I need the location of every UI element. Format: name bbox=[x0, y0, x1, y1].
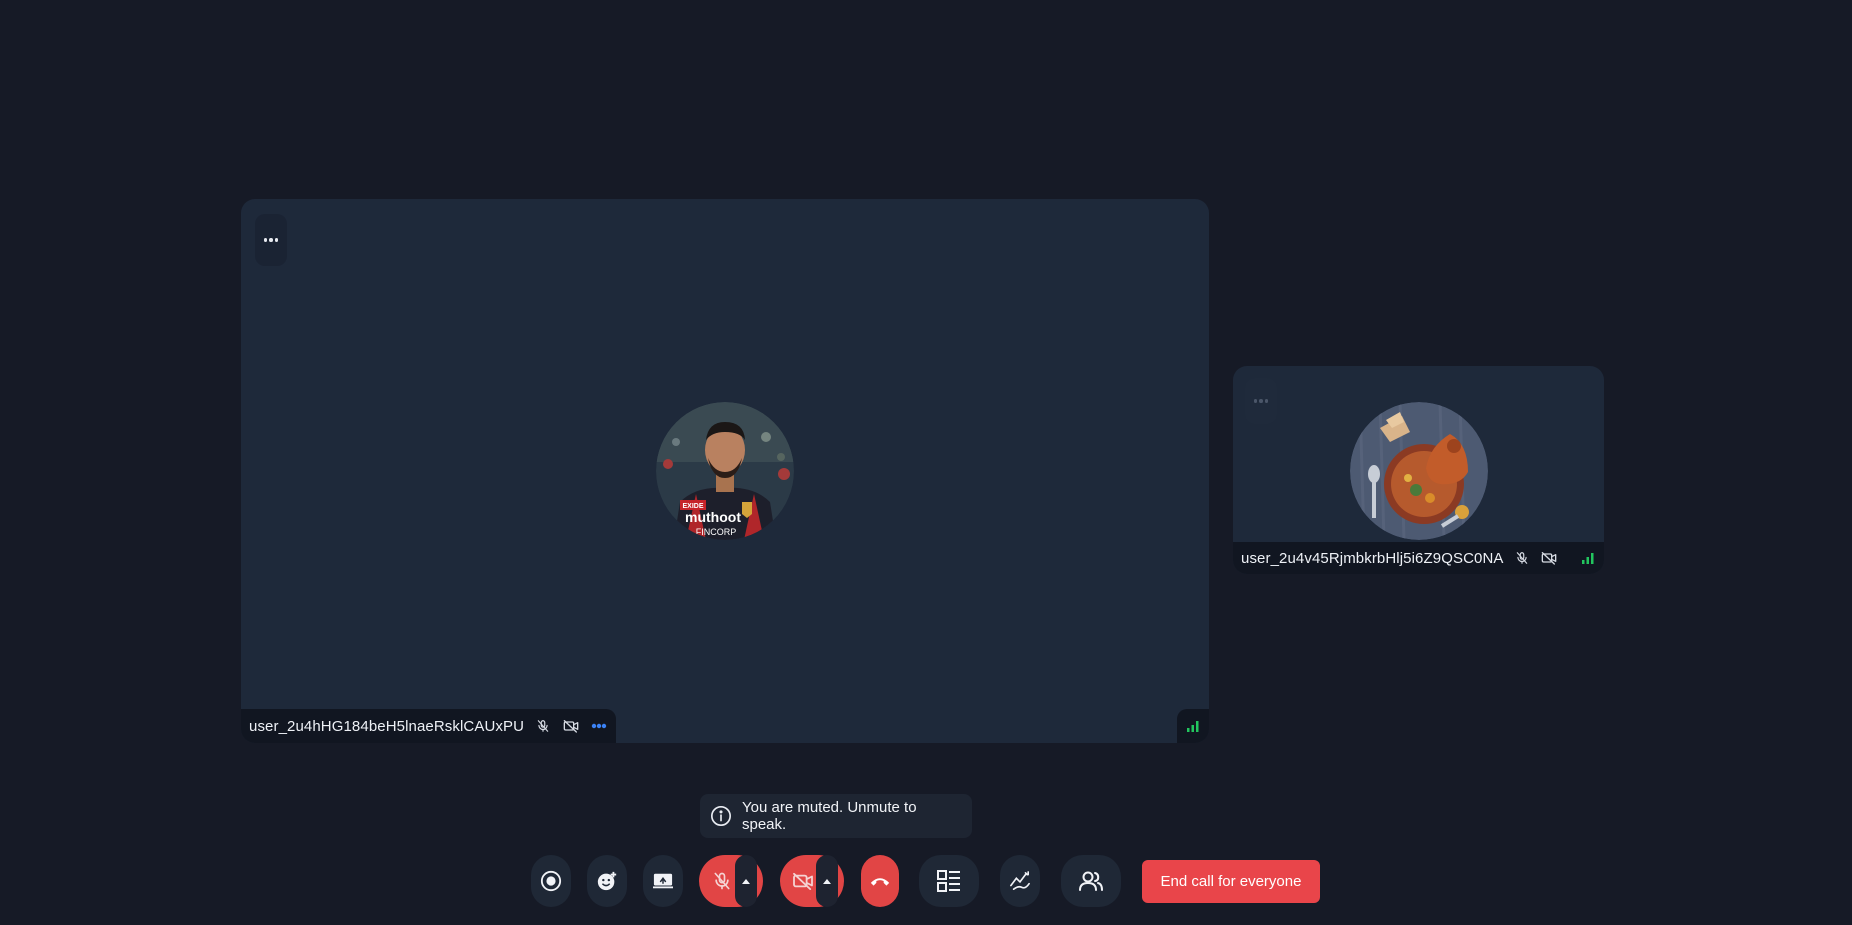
camera-options-chevron-icon[interactable] bbox=[816, 855, 838, 907]
network-signal-icon bbox=[1579, 549, 1596, 567]
info-icon bbox=[710, 805, 732, 827]
camera-off-icon bbox=[1540, 549, 1557, 567]
speaking-indicator-icon bbox=[590, 717, 608, 735]
mic-off-icon bbox=[1513, 549, 1530, 567]
screen-share-icon bbox=[652, 871, 674, 891]
reactions-button[interactable] bbox=[587, 855, 627, 907]
record-icon bbox=[540, 870, 562, 892]
layout-icon bbox=[937, 870, 961, 892]
more-dots-icon bbox=[1253, 399, 1269, 403]
participant-name: user_2u4hHG184beH5lnaeRsklCAUxPU bbox=[249, 717, 525, 735]
camera-off-icon bbox=[562, 717, 580, 735]
camera-toggle-button[interactable] bbox=[780, 855, 844, 907]
layout-button[interactable] bbox=[919, 855, 979, 907]
participant-avatar: EXIDE muthoot FINCORP bbox=[656, 402, 794, 540]
mic-options-chevron-icon[interactable] bbox=[735, 855, 757, 907]
portrait-avatar-image: EXIDE muthoot FINCORP bbox=[656, 402, 794, 540]
end-call-for-everyone-button[interactable]: End call for everyone bbox=[1142, 860, 1320, 903]
participant-avatar bbox=[1350, 402, 1488, 540]
mic-off-icon[interactable] bbox=[707, 855, 737, 907]
participant-name-bar: user_2u4hHG184beH5lnaeRsklCAUxPU bbox=[241, 709, 617, 743]
camera-off-icon[interactable] bbox=[788, 855, 818, 907]
food-dish-avatar-image bbox=[1350, 402, 1488, 540]
more-dots-icon bbox=[263, 238, 279, 242]
mic-off-icon bbox=[534, 717, 552, 735]
participant-name: user_2u4v45RjmbkrbHlj5i6Z9QSC0NA bbox=[1241, 549, 1504, 567]
muted-toast: You are muted. Unmute to speak. bbox=[700, 794, 972, 838]
record-button[interactable] bbox=[531, 855, 571, 907]
meeting-stage: EXIDE muthoot FINCORP user_2u4hHG184beH5… bbox=[0, 0, 1852, 925]
emoji-add-icon bbox=[596, 870, 618, 892]
phone-hangup-icon bbox=[869, 875, 891, 887]
participants-icon bbox=[1078, 870, 1104, 892]
participant-tile-main[interactable]: EXIDE muthoot FINCORP user_2u4hHG184beH5… bbox=[241, 199, 1209, 743]
svg-text:FINCORP: FINCORP bbox=[696, 527, 737, 537]
mic-toggle-button[interactable] bbox=[699, 855, 763, 907]
toast-message: You are muted. Unmute to speak. bbox=[742, 799, 917, 833]
network-signal-icon bbox=[1177, 709, 1209, 743]
participants-button[interactable] bbox=[1061, 855, 1121, 907]
whiteboard-button[interactable] bbox=[1000, 855, 1040, 907]
whiteboard-icon bbox=[1009, 871, 1031, 891]
screen-share-button[interactable] bbox=[643, 855, 683, 907]
tile-more-options-button[interactable] bbox=[255, 214, 287, 266]
tile-more-options-button[interactable] bbox=[1245, 378, 1277, 424]
participant-name-bar: user_2u4v45RjmbkrbHlj5i6Z9QSC0NA bbox=[1233, 542, 1604, 574]
svg-text:muthoot: muthoot bbox=[685, 509, 741, 525]
participant-tile-side[interactable]: user_2u4v45RjmbkrbHlj5i6Z9QSC0NA bbox=[1233, 366, 1604, 574]
leave-call-button[interactable] bbox=[861, 855, 899, 907]
